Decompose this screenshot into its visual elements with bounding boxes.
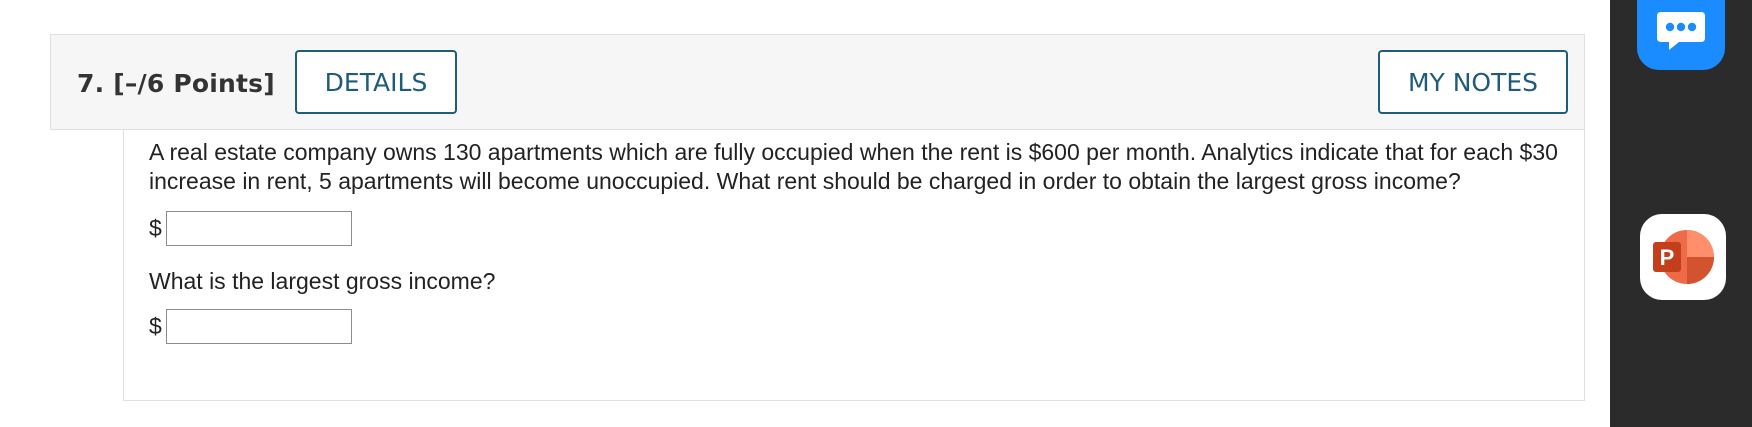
income-answer-row: $ <box>149 308 352 344</box>
question-number-label: 7. [–/6 Points] <box>77 69 275 98</box>
dollar-sign: $ <box>149 214 162 241</box>
rent-answer-input[interactable] <box>166 210 352 246</box>
income-answer-input[interactable] <box>166 308 352 344</box>
powerpoint-letter: P <box>1660 245 1675 270</box>
powerpoint-app-button[interactable]: P <box>1640 214 1726 300</box>
question-body: A real estate company owns 130 apartment… <box>123 130 1585 401</box>
chat-bubble-icon <box>1657 12 1705 50</box>
rent-answer-row: $ <box>149 210 352 246</box>
chat-bubble-button[interactable] <box>1637 0 1725 70</box>
income-question: What is the largest gross income? <box>149 268 496 294</box>
question-header: 7. [–/6 Points] DETAILS MY NOTES <box>50 34 1585 130</box>
question-prompt: A real estate company owns 130 apartment… <box>149 139 1558 194</box>
dollar-sign: $ <box>149 312 162 339</box>
my-notes-button[interactable]: MY NOTES <box>1378 50 1568 114</box>
powerpoint-icon: P <box>1653 230 1714 284</box>
page: 7. [–/6 Points] DETAILS MY NOTES A real … <box>0 0 1752 427</box>
details-button[interactable]: DETAILS <box>295 50 457 114</box>
